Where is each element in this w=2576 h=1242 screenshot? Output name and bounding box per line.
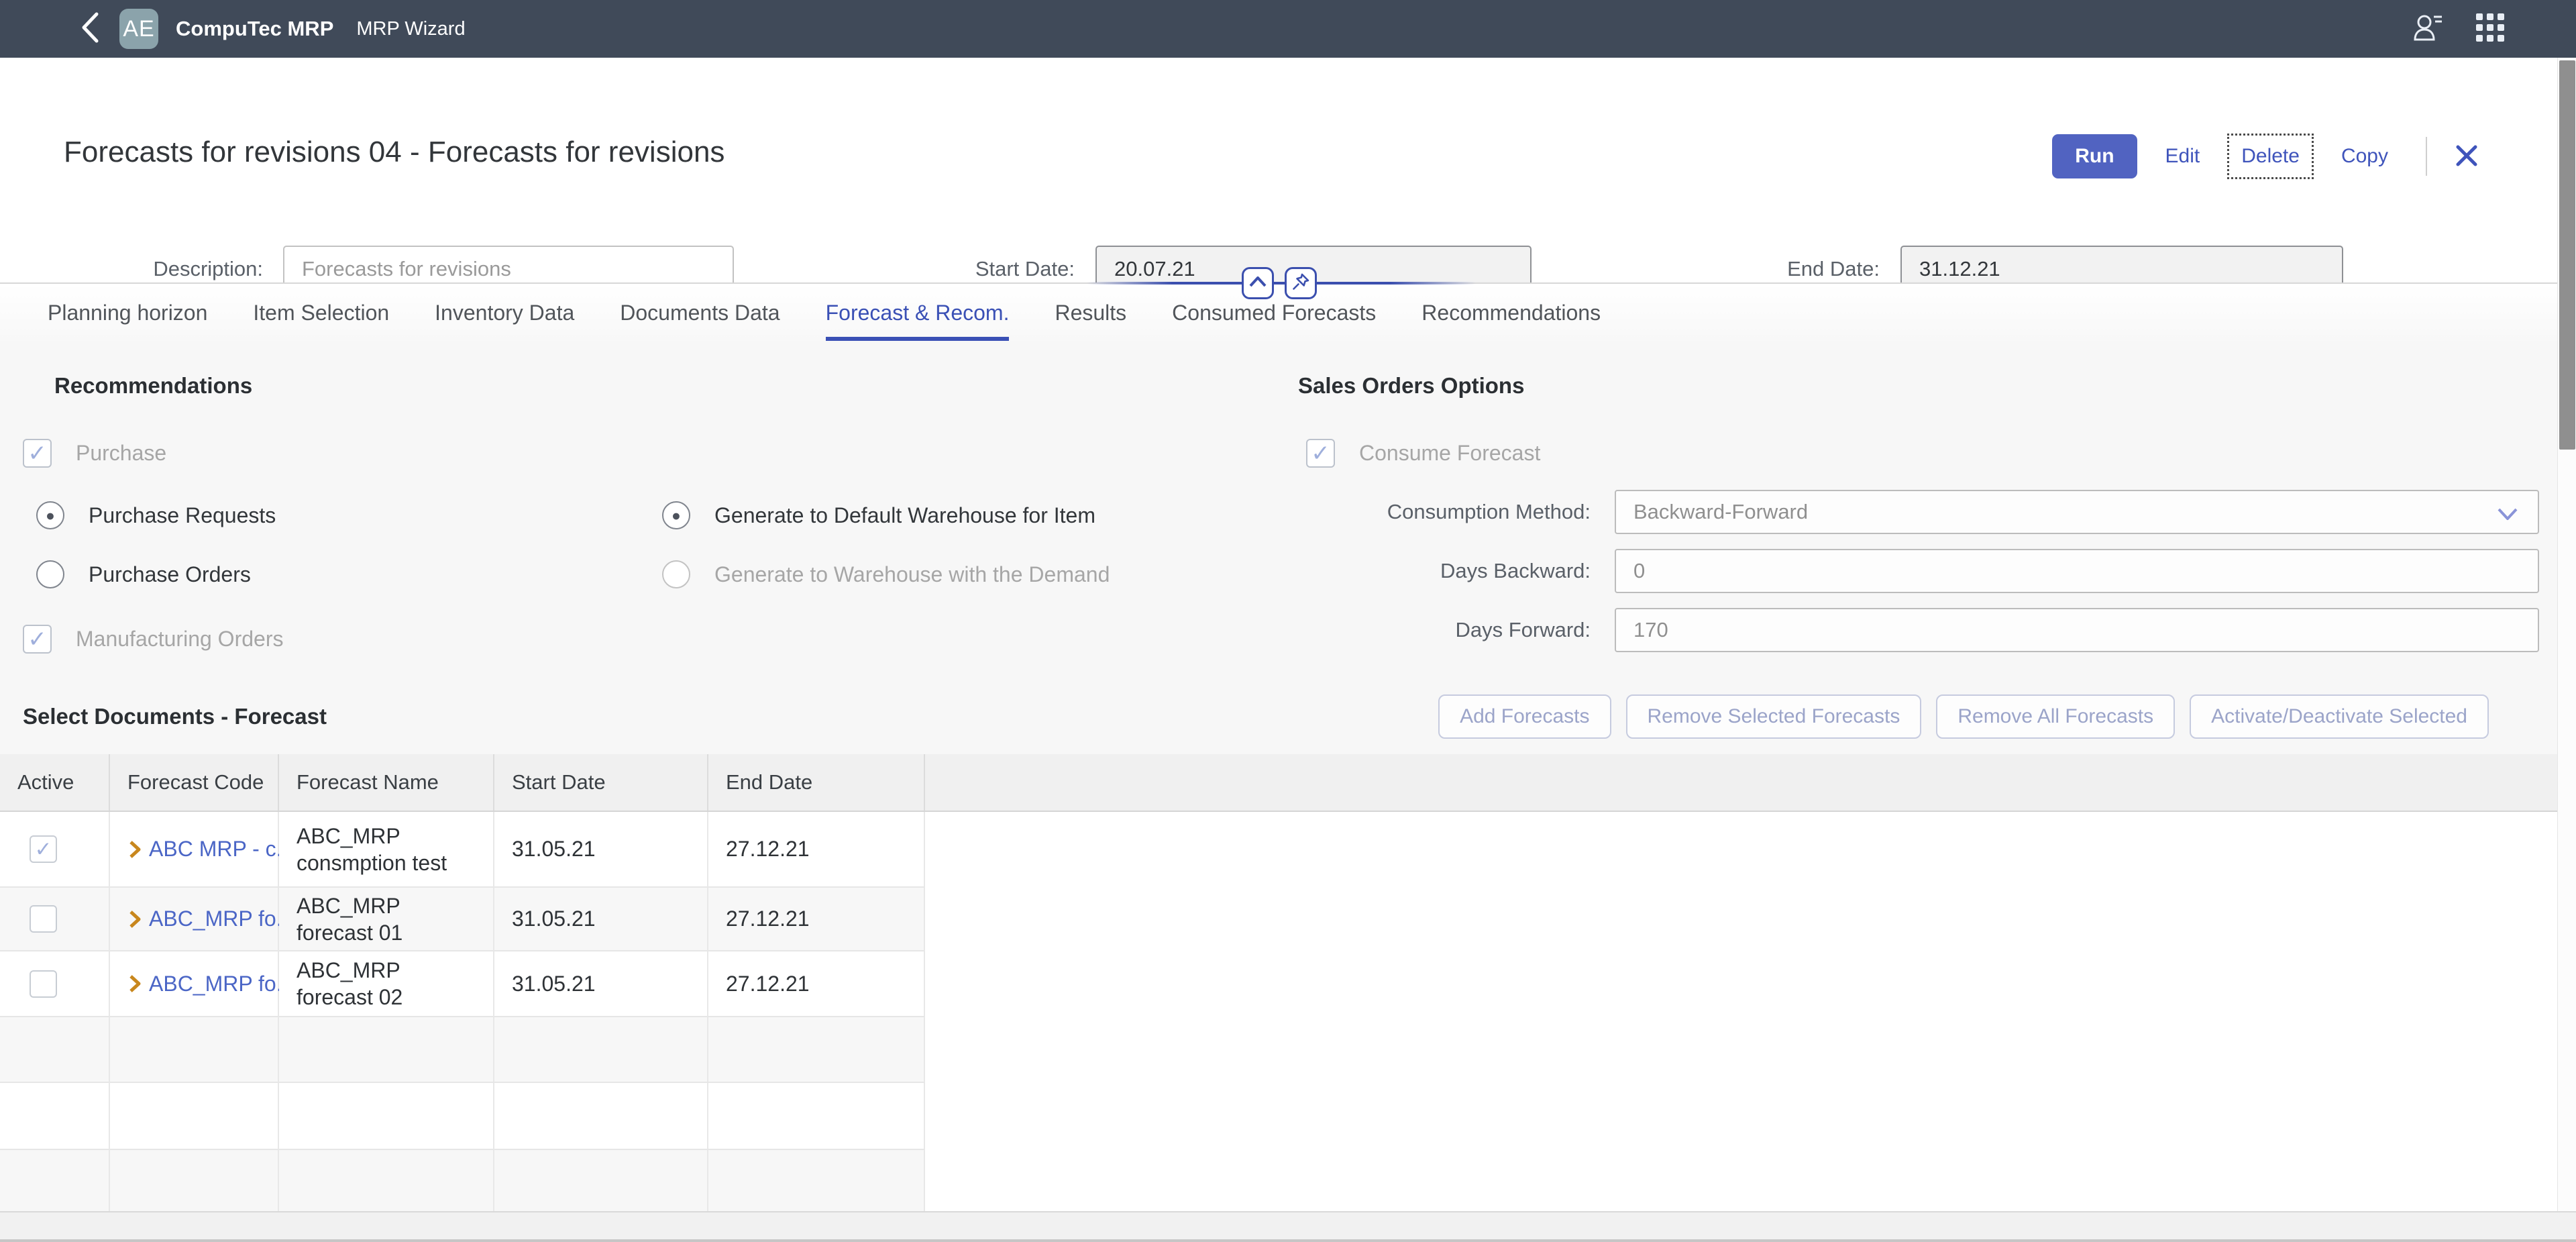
tab-results[interactable]: Results	[1055, 284, 1126, 342]
page-title: Forecasts for revisions 04 - Forecasts f…	[64, 136, 725, 168]
purchase-requests-radio[interactable]: ●	[36, 501, 64, 529]
chevron-right-icon	[129, 975, 141, 992]
purchase-checkbox[interactable]: ✓	[23, 439, 52, 468]
edit-button[interactable]: Edit	[2152, 134, 2214, 178]
cell-end-date: 27.12.21	[708, 888, 925, 951]
purchase-orders-label: Purchase Orders	[89, 562, 251, 586]
row-active-checkbox[interactable]: ✓	[30, 835, 57, 863]
row-active-checkbox[interactable]	[30, 905, 57, 933]
horizontal-scrollbar-track[interactable]	[0, 1211, 2576, 1242]
forecast-code-link[interactable]: ABC_MRP fo...	[127, 972, 294, 996]
user-menu-button[interactable]	[2406, 7, 2449, 50]
activate-deactivate-selected-button[interactable]: Activate/Deactivate Selected	[2190, 694, 2489, 739]
consume-forecast-checkbox[interactable]: ✓	[1306, 439, 1335, 468]
purchase-orders-radio[interactable]	[36, 560, 64, 588]
forecast-code-link[interactable]: ABC_MRP fo...	[127, 907, 294, 931]
cell-forecast-code: ABC_MRP fo...	[110, 888, 294, 951]
app-logo: AE	[119, 9, 158, 49]
app-grid-button[interactable]	[2469, 7, 2512, 50]
days-forward-label: Days Forward:	[1455, 618, 1591, 641]
chevron-right-icon	[129, 910, 141, 928]
cell-forecast-name: ABC_MRP forecast 02	[279, 951, 494, 1017]
tab-consumed-forecasts[interactable]: Consumed Forecasts	[1172, 284, 1376, 342]
days-forward-input[interactable]: 170	[1615, 608, 2539, 652]
column-header-active[interactable]: Active	[0, 754, 110, 811]
cell-active: ✓	[0, 812, 110, 888]
grid-icon	[2475, 12, 2506, 46]
close-button[interactable]	[2445, 134, 2489, 178]
table-row-empty	[0, 1083, 2576, 1150]
generate-default-warehouse-radio[interactable]: ●	[662, 501, 690, 529]
column-header-end-date[interactable]: End Date	[708, 754, 925, 811]
chevron-right-icon	[129, 840, 141, 858]
column-header-start-date[interactable]: Start Date	[494, 754, 708, 811]
user-icon	[2410, 10, 2445, 48]
generate-default-warehouse-label: Generate to Default Warehouse for Item	[714, 503, 1095, 527]
table-row: ABC_MRP fo... ABC_MRP forecast 02 31.05.…	[0, 951, 2576, 1017]
back-button[interactable]	[70, 9, 110, 49]
vertical-scrollbar-track[interactable]	[2557, 58, 2576, 1211]
back-chevron-icon	[80, 12, 99, 46]
manufacturing-orders-label: Manufacturing Orders	[76, 627, 284, 651]
page-header: Forecasts for revisions 04 - Forecasts f…	[0, 58, 2576, 292]
tab-inventory-data[interactable]: Inventory Data	[435, 284, 574, 342]
header-actions: Run Edit Delete Copy	[2052, 133, 2489, 180]
tab-item-selection[interactable]: Item Selection	[253, 284, 389, 342]
remove-all-forecasts-button[interactable]: Remove All Forecasts	[1936, 694, 2176, 739]
add-forecasts-button[interactable]: Add Forecasts	[1438, 694, 1611, 739]
tab-documents-data[interactable]: Documents Data	[620, 284, 780, 342]
copy-button[interactable]: Copy	[2328, 134, 2402, 178]
cell-start-date: 31.05.21	[494, 812, 708, 888]
close-icon	[2454, 143, 2479, 170]
purchase-requests-label: Purchase Requests	[89, 503, 276, 527]
tab-bar: Planning horizon Item Selection Inventor…	[0, 267, 2576, 342]
cell-start-date: 31.05.21	[494, 888, 708, 951]
column-header-forecast-name[interactable]: Forecast Name	[279, 754, 494, 811]
table-row-empty	[0, 1017, 2576, 1083]
generate-demand-warehouse-radio[interactable]	[662, 560, 690, 588]
cell-active	[0, 951, 110, 1017]
consume-forecast-label: Consume Forecast	[1359, 441, 1541, 465]
delete-button[interactable]: Delete	[2227, 134, 2314, 179]
topbar: AE CompuTec MRP MRP Wizard	[0, 0, 2576, 58]
consumption-method-label: Consumption Method:	[1387, 500, 1591, 523]
row-active-checkbox[interactable]	[30, 970, 57, 998]
run-button[interactable]: Run	[2052, 134, 2137, 178]
page-name: MRP Wizard	[356, 17, 466, 40]
manufacturing-orders-checkbox[interactable]: ✓	[23, 625, 52, 654]
cell-end-date: 27.12.21	[708, 812, 925, 888]
table-row-empty	[0, 1150, 2576, 1216]
recommendations-heading: Recommendations	[54, 373, 253, 398]
select-documents-heading: Select Documents - Forecast	[23, 704, 327, 729]
cell-active	[0, 888, 110, 951]
tab-forecast-recom[interactable]: Forecast & Recom.	[825, 284, 1009, 342]
table-row: ✓ ABC MRP - c... ABC_MRP consmption test…	[0, 812, 2576, 888]
column-header-forecast-code[interactable]: Forecast Code	[110, 754, 279, 811]
table-header-row: Active Forecast Code Forecast Name Start…	[0, 754, 2576, 812]
generate-demand-warehouse-label: Generate to Warehouse with the Demand	[714, 562, 1110, 586]
cell-forecast-code: ABC_MRP fo...	[110, 951, 294, 1017]
table-row: ABC_MRP fo... ABC_MRP forecast 01 31.05.…	[0, 888, 2576, 951]
vertical-scrollbar-thumb[interactable]	[2559, 60, 2575, 450]
cell-forecast-code: ABC MRP - c...	[110, 812, 294, 888]
days-backward-input[interactable]: 0	[1615, 549, 2539, 593]
cell-forecast-name: ABC_MRP forecast 01	[279, 888, 494, 951]
sales-orders-options-heading: Sales Orders Options	[1298, 373, 1525, 398]
forecast-recom-panel: Recommendations Sales Orders Options ✓ P…	[0, 341, 2576, 754]
cell-end-date: 27.12.21	[708, 951, 925, 1017]
app-name: CompuTec MRP	[176, 17, 334, 40]
purchase-label: Purchase	[76, 441, 167, 465]
cell-forecast-name: ABC_MRP consmption test	[279, 812, 494, 888]
remove-selected-forecasts-button[interactable]: Remove Selected Forecasts	[1625, 694, 1922, 739]
days-backward-label: Days Backward:	[1440, 559, 1591, 582]
forecast-table: Active Forecast Code Forecast Name Start…	[0, 754, 2576, 1216]
tab-planning-horizon[interactable]: Planning horizon	[48, 284, 207, 342]
tabs: Planning horizon Item Selection Inventor…	[48, 284, 1601, 342]
cell-start-date: 31.05.21	[494, 951, 708, 1017]
forecast-code-link[interactable]: ABC MRP - c...	[127, 837, 294, 862]
actions-divider	[2426, 137, 2427, 176]
chevron-down-icon	[2496, 503, 2519, 527]
consumption-method-select[interactable]: Backward-Forward	[1615, 490, 2539, 534]
tab-recommendations[interactable]: Recommendations	[1421, 284, 1601, 342]
